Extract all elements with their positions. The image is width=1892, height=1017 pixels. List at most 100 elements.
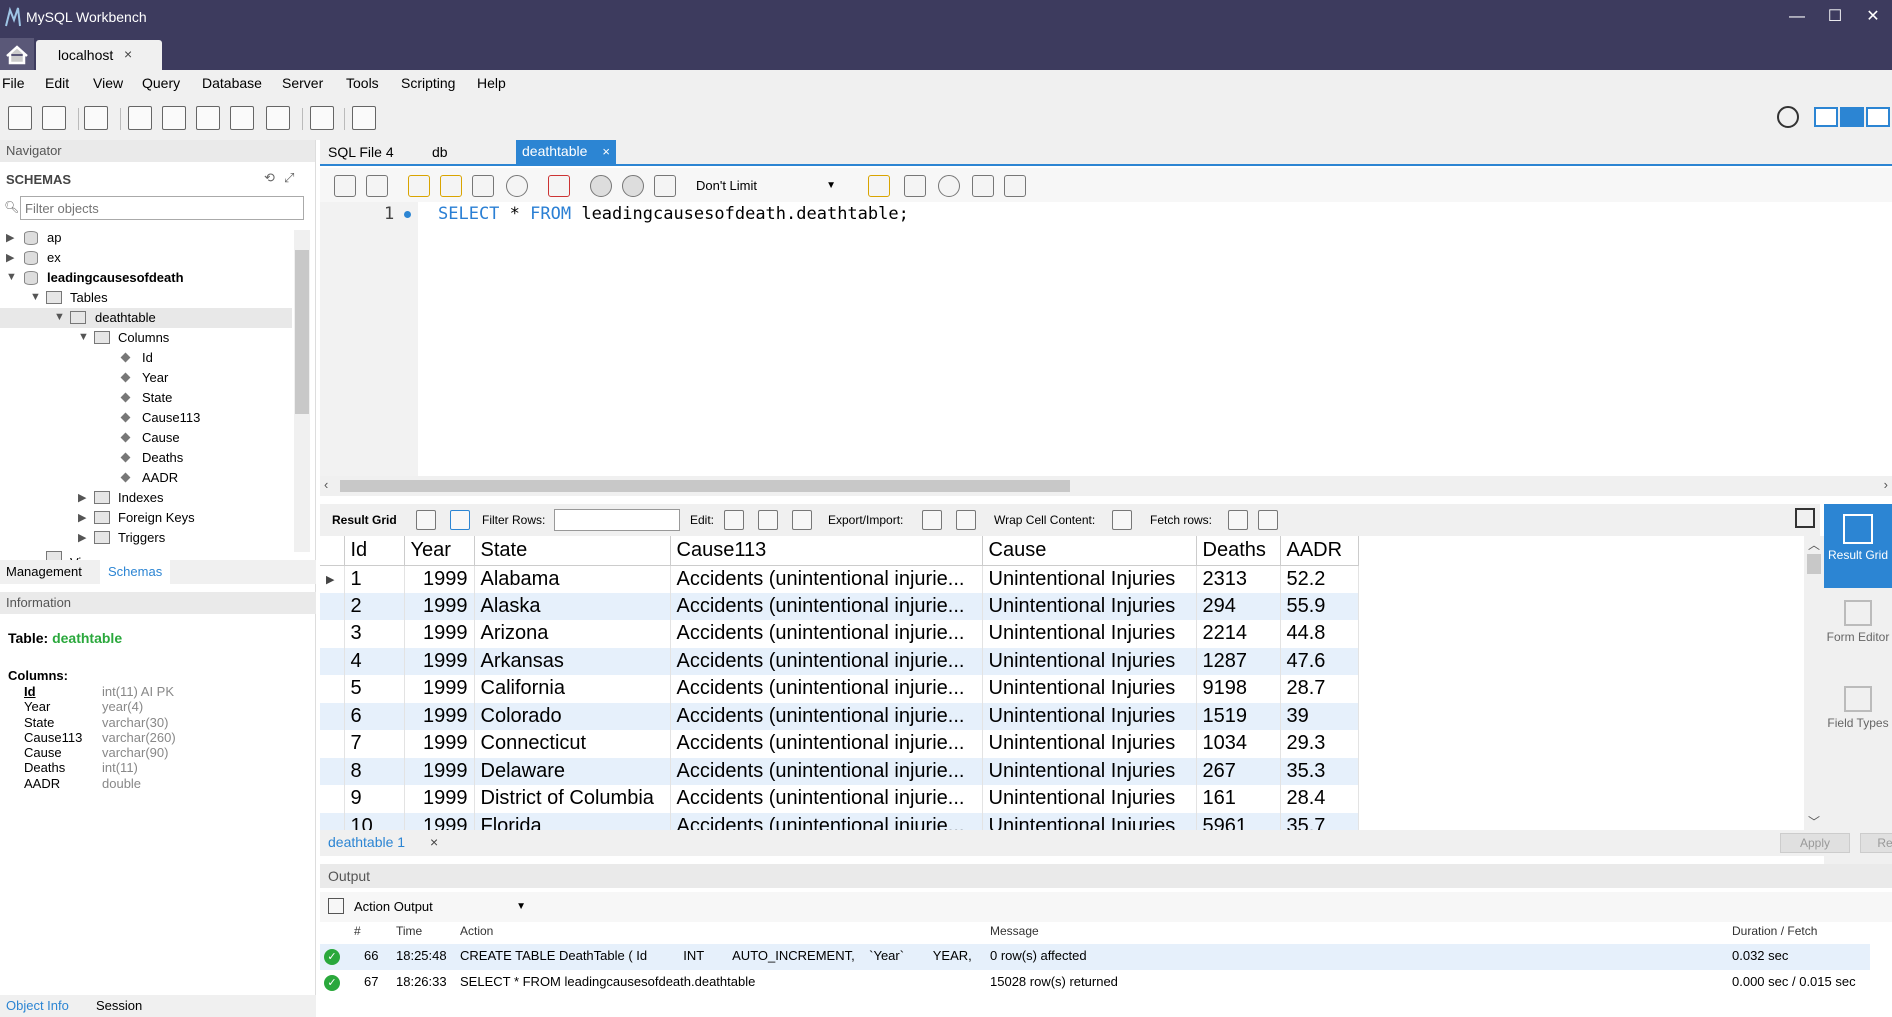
tree-scrollbar[interactable] — [294, 230, 310, 552]
revert-button[interactable]: Revert — [1860, 833, 1892, 853]
editor-horizontal-scrollbar[interactable]: ‹ › — [320, 476, 1892, 496]
wrap-cell-icon[interactable] — [1112, 510, 1132, 530]
table-cell[interactable]: 1 — [344, 565, 405, 593]
autocommit-icon[interactable] — [654, 175, 676, 197]
table-cell[interactable]: 29.3 — [1280, 730, 1359, 758]
table-cell[interactable]: Unintentional Injuries — [982, 565, 1197, 593]
toggle-sidebar-icon[interactable] — [1814, 107, 1838, 127]
expand-icon[interactable]: ▶ — [78, 511, 86, 524]
table-row[interactable]: 8 1999 Delaware Accidents (unintentional in… — [320, 757, 1359, 785]
table-cell[interactable]: 1999 — [404, 675, 475, 703]
rollback-icon[interactable] — [622, 175, 644, 197]
tree-item-deathtable[interactable]: ▼ deathtable — [0, 308, 292, 328]
sql-editor[interactable]: 1 SELECT * FROM leadingcausesofdeath.dea… — [320, 202, 1892, 476]
tree-item-tables[interactable]: ▼ Tables — [0, 288, 292, 308]
invisible-chars-icon[interactable] — [972, 175, 994, 197]
table-cell[interactable]: Accidents (unintentional injurie... — [670, 757, 983, 785]
home-tab[interactable] — [0, 38, 34, 70]
output-row[interactable]: ✓ 66 18:25:48 CREATE TABLE DeathTable ( … — [320, 944, 1870, 970]
tree-item-ex[interactable]: ▶ ex — [0, 248, 292, 268]
table-cell[interactable]: 5 — [344, 675, 405, 703]
expand-icon[interactable]: ▶ — [6, 251, 14, 264]
table-cell[interactable]: 35.7 — [1280, 812, 1359, 830]
table-cell[interactable]: 1999 — [404, 620, 475, 648]
collapse-icon[interactable]: ▼ — [54, 311, 65, 323]
tree-column-year[interactable]: Year — [0, 368, 292, 388]
table-cell[interactable]: 35.3 — [1280, 757, 1359, 785]
table-cell[interactable]: 1034 — [1196, 730, 1281, 758]
tree-item-indexes[interactable]: ▶ Indexes — [0, 488, 292, 508]
table-row[interactable]: 10 1999 Florida Accidents (unintentional in… — [320, 812, 1359, 830]
new-sql-tab-icon[interactable] — [8, 106, 32, 130]
refresh-schemas-icon[interactable]: ⟲ — [264, 170, 275, 186]
add-snippet-icon[interactable] — [868, 175, 890, 197]
table-cell[interactable]: 2214 — [1196, 620, 1281, 648]
table-cell[interactable]: 1999 — [404, 812, 475, 830]
result-grid[interactable]: Id Year State Cause113 Cause Deaths AADR… — [320, 536, 1810, 830]
table-cell[interactable]: Unintentional Injuries — [982, 812, 1197, 830]
add-row-icon[interactable] — [758, 510, 778, 530]
create-function-icon[interactable] — [266, 106, 290, 130]
table-cell[interactable]: Unintentional Injuries — [982, 592, 1197, 620]
menu-view[interactable]: View — [93, 75, 123, 91]
table-cell[interactable]: Unintentional Injuries — [982, 757, 1197, 785]
table-cell[interactable]: 1999 — [404, 647, 475, 675]
table-cell[interactable]: Unintentional Injuries — [982, 675, 1197, 703]
filter-rows-input[interactable] — [554, 509, 680, 531]
table-cell[interactable]: Accidents (unintentional injurie... — [670, 592, 983, 620]
tab-session[interactable]: Session — [96, 998, 142, 1013]
table-cell[interactable]: 9 — [344, 785, 405, 813]
table-cell[interactable]: 2313 — [1196, 565, 1281, 593]
open-sql-script-icon[interactable] — [42, 106, 66, 130]
table-cell[interactable]: Accidents (unintentional injurie... — [670, 647, 983, 675]
fetch-next-icon[interactable] — [1228, 510, 1248, 530]
table-cell[interactable]: Alaska — [474, 592, 671, 620]
close-tab-icon[interactable]: × — [602, 144, 610, 159]
table-cell[interactable]: 52.2 — [1280, 565, 1359, 593]
collapse-icon[interactable]: ▼ — [78, 331, 89, 343]
table-cell[interactable]: District of Columbia — [474, 785, 671, 813]
edit-row-icon[interactable] — [724, 510, 744, 530]
tab-sql-file-4[interactable]: SQL File 4 — [328, 144, 394, 160]
execute-current-icon[interactable] — [440, 175, 462, 197]
toggle-output-icon[interactable] — [1840, 107, 1864, 127]
table-cell[interactable]: 28.4 — [1280, 785, 1359, 813]
minimize-button[interactable]: — — [1782, 6, 1812, 28]
table-cell[interactable]: 1519 — [1196, 702, 1281, 730]
export-icon[interactable] — [922, 510, 942, 530]
tree-column-aadr[interactable]: AADR — [0, 468, 292, 488]
tree-item-triggers[interactable]: ▶ Triggers — [0, 528, 292, 548]
table-cell[interactable]: 9198 — [1196, 675, 1281, 703]
tree-column-deaths[interactable]: Deaths — [0, 448, 292, 468]
table-cell[interactable]: 294 — [1196, 592, 1281, 620]
word-wrap-icon[interactable] — [1004, 175, 1026, 197]
create-view-icon[interactable] — [196, 106, 220, 130]
grid-icon[interactable] — [416, 510, 436, 530]
create-schema-icon[interactable] — [128, 106, 152, 130]
menu-help[interactable]: Help — [477, 75, 506, 91]
menu-scripting[interactable]: Scripting — [401, 75, 455, 91]
tree-column-cause[interactable]: Cause — [0, 428, 292, 448]
table-row[interactable]: 6 1999 Colorado Accidents (unintentional in… — [320, 702, 1359, 730]
table-cell[interactable]: 4 — [344, 647, 405, 675]
column-header-id[interactable]: Id — [344, 536, 405, 566]
table-row[interactable]: 2 1999 Alaska Accidents (unintentional inju… — [320, 592, 1359, 620]
explain-icon[interactable] — [472, 175, 494, 197]
table-cell[interactable]: Unintentional Injuries — [982, 647, 1197, 675]
table-cell[interactable]: 39 — [1280, 702, 1359, 730]
toggle-error-icon[interactable] — [548, 175, 570, 197]
tree-column-state[interactable]: State — [0, 388, 292, 408]
menu-server[interactable]: Server — [282, 75, 323, 91]
table-cell[interactable]: 1287 — [1196, 647, 1281, 675]
expand-icon[interactable]: ▶ — [78, 531, 86, 544]
delete-row-icon[interactable] — [792, 510, 812, 530]
find-icon[interactable] — [938, 175, 960, 197]
limit-select[interactable]: Don't Limit ▼ — [692, 174, 842, 198]
table-cell[interactable]: Accidents (unintentional injurie... — [670, 785, 983, 813]
table-cell[interactable]: Accidents (unintentional injurie... — [670, 565, 983, 593]
close-window-button[interactable]: ✕ — [1858, 6, 1888, 28]
settings-icon[interactable] — [1777, 106, 1799, 128]
table-cell[interactable]: 161 — [1196, 785, 1281, 813]
table-row[interactable]: 4 1999 Arkansas Accidents (unintentional in… — [320, 647, 1359, 675]
tab-management[interactable]: Management — [6, 564, 82, 579]
